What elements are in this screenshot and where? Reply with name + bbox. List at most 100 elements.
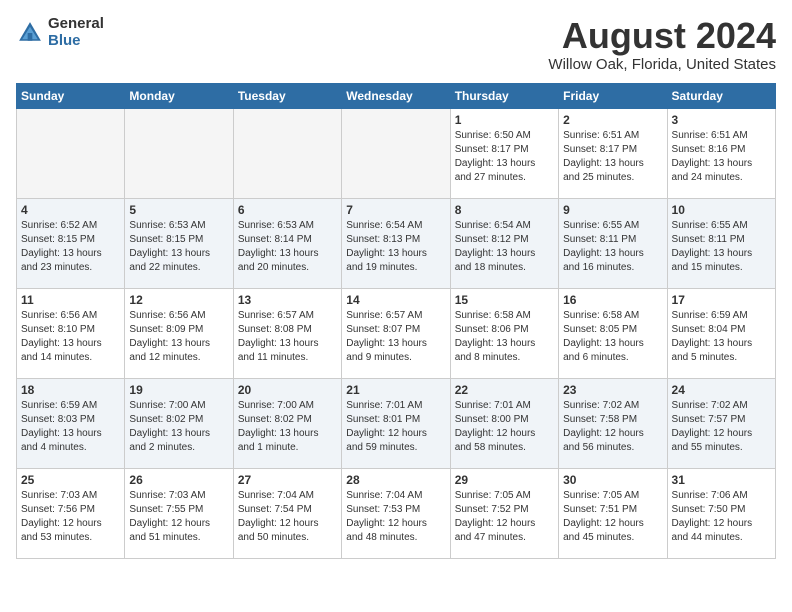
day-info: Sunrise: 6:52 AM Sunset: 8:15 PM Dayligh… — [21, 219, 120, 275]
day-info: Sunrise: 7:06 AM Sunset: 7:50 PM Dayligh… — [672, 489, 771, 545]
calendar-empty-cell — [125, 108, 233, 198]
day-number: 1 — [455, 113, 554, 127]
calendar-day-cell: 8Sunrise: 6:54 AM Sunset: 8:12 PM Daylig… — [450, 198, 558, 288]
calendar-day-cell: 18 Sunrise: 6:59 AM Sunset: 8:03 PM Dayli… — [17, 378, 125, 468]
day-info: Sunrise: 7:02 AM Sunset: 7:58 PM Dayligh… — [563, 399, 662, 455]
day-info: Sunrise: 6:57 AM Sunset: 8:08 PM Dayligh… — [238, 309, 337, 365]
day-info: Sunrise: 7:02 AM Sunset: 7:57 PM Dayligh… — [672, 399, 771, 455]
day-number: 29 — [455, 473, 554, 487]
calendar-day-cell: 10 Sunrise: 6:55 AM Sunset: 8:11 PM Dayli… — [667, 198, 775, 288]
calendar-day-cell: 17 Sunrise: 6:59 AM Sunset: 8:04 PM Dayli… — [667, 288, 775, 378]
calendar-table: SundayMondayTuesdayWednesdayThursdayFrid… — [16, 83, 776, 559]
logo: General Blue — [16, 16, 104, 49]
calendar-empty-cell — [342, 108, 450, 198]
calendar-day-cell: 2Sunrise: 6:51 AM Sunset: 8:17 PM Daylig… — [559, 108, 667, 198]
day-info: Sunrise: 7:05 AM Sunset: 7:52 PM Dayligh… — [455, 489, 554, 545]
day-number: 4 — [21, 203, 120, 217]
main-title: August 2024 — [548, 16, 776, 56]
calendar-day-cell: 27 Sunrise: 7:04 AM Sunset: 7:54 PM Dayli… — [233, 468, 341, 558]
day-number: 18 — [21, 383, 120, 397]
calendar-day-cell: 21 Sunrise: 7:01 AM Sunset: 8:01 PM Dayli… — [342, 378, 450, 468]
day-number: 13 — [238, 293, 337, 307]
calendar-day-header: Wednesday — [342, 83, 450, 108]
calendar-day-cell: 5 Sunrise: 6:53 AM Sunset: 8:15 PM Daylig… — [125, 198, 233, 288]
calendar-header-row: SundayMondayTuesdayWednesdayThursdayFrid… — [17, 83, 776, 108]
calendar-week-row: 18 Sunrise: 6:59 AM Sunset: 8:03 PM Dayli… — [17, 378, 776, 468]
calendar-empty-cell — [17, 108, 125, 198]
day-number: 7 — [346, 203, 445, 217]
calendar-day-header: Saturday — [667, 83, 775, 108]
day-number: 25 — [21, 473, 120, 487]
calendar-day-cell: 22Sunrise: 7:01 AM Sunset: 8:00 PM Dayli… — [450, 378, 558, 468]
calendar-day-cell: 12 Sunrise: 6:56 AM Sunset: 8:09 PM Dayli… — [125, 288, 233, 378]
day-info: Sunrise: 6:53 AM Sunset: 8:15 PM Dayligh… — [129, 219, 228, 275]
day-info: Sunrise: 6:56 AM Sunset: 8:09 PM Dayligh… — [129, 309, 228, 365]
day-number: 21 — [346, 383, 445, 397]
logo-general-text: General — [48, 16, 104, 33]
day-info: Sunrise: 7:04 AM Sunset: 7:54 PM Dayligh… — [238, 489, 337, 545]
calendar-week-row: 11Sunrise: 6:56 AM Sunset: 8:10 PM Dayli… — [17, 288, 776, 378]
day-number: 31 — [672, 473, 771, 487]
calendar-week-row: 4 Sunrise: 6:52 AM Sunset: 8:15 PM Daylig… — [17, 198, 776, 288]
day-info: Sunrise: 7:01 AM Sunset: 8:00 PM Dayligh… — [455, 399, 554, 455]
calendar-day-cell: 13 Sunrise: 6:57 AM Sunset: 8:08 PM Dayli… — [233, 288, 341, 378]
day-number: 26 — [129, 473, 228, 487]
day-number: 12 — [129, 293, 228, 307]
day-number: 9 — [563, 203, 662, 217]
day-info: Sunrise: 6:59 AM Sunset: 8:04 PM Dayligh… — [672, 309, 771, 365]
calendar-week-row: 1Sunrise: 6:50 AM Sunset: 8:17 PM Daylig… — [17, 108, 776, 198]
calendar-empty-cell — [233, 108, 341, 198]
day-number: 27 — [238, 473, 337, 487]
calendar-day-cell: 23 Sunrise: 7:02 AM Sunset: 7:58 PM Dayli… — [559, 378, 667, 468]
calendar-day-cell: 29 Sunrise: 7:05 AM Sunset: 7:52 PM Dayli… — [450, 468, 558, 558]
calendar-day-cell: 19Sunrise: 7:00 AM Sunset: 8:02 PM Dayli… — [125, 378, 233, 468]
calendar-day-header: Friday — [559, 83, 667, 108]
day-number: 6 — [238, 203, 337, 217]
calendar-day-cell: 14Sunrise: 6:57 AM Sunset: 8:07 PM Dayli… — [342, 288, 450, 378]
calendar-body: 1Sunrise: 6:50 AM Sunset: 8:17 PM Daylig… — [17, 108, 776, 558]
day-info: Sunrise: 7:03 AM Sunset: 7:56 PM Dayligh… — [21, 489, 120, 545]
calendar-day-cell: 30 Sunrise: 7:05 AM Sunset: 7:51 PM Dayli… — [559, 468, 667, 558]
day-info: Sunrise: 6:57 AM Sunset: 8:07 PM Dayligh… — [346, 309, 445, 365]
calendar-day-cell: 6Sunrise: 6:53 AM Sunset: 8:14 PM Daylig… — [233, 198, 341, 288]
day-info: Sunrise: 7:03 AM Sunset: 7:55 PM Dayligh… — [129, 489, 228, 545]
day-number: 11 — [21, 293, 120, 307]
day-info: Sunrise: 6:58 AM Sunset: 8:06 PM Dayligh… — [455, 309, 554, 365]
calendar-day-cell: 4 Sunrise: 6:52 AM Sunset: 8:15 PM Daylig… — [17, 198, 125, 288]
calendar-day-cell: 1Sunrise: 6:50 AM Sunset: 8:17 PM Daylig… — [450, 108, 558, 198]
day-number: 23 — [563, 383, 662, 397]
calendar-day-header: Sunday — [17, 83, 125, 108]
day-number: 17 — [672, 293, 771, 307]
calendar-day-cell: 25 Sunrise: 7:03 AM Sunset: 7:56 PM Dayli… — [17, 468, 125, 558]
logo-text: General Blue — [48, 16, 104, 49]
day-info: Sunrise: 7:05 AM Sunset: 7:51 PM Dayligh… — [563, 489, 662, 545]
day-info: Sunrise: 7:04 AM Sunset: 7:53 PM Dayligh… — [346, 489, 445, 545]
calendar-day-cell: 26 Sunrise: 7:03 AM Sunset: 7:55 PM Dayli… — [125, 468, 233, 558]
day-info: Sunrise: 6:59 AM Sunset: 8:03 PM Dayligh… — [21, 399, 120, 455]
calendar-day-header: Thursday — [450, 83, 558, 108]
day-number: 5 — [129, 203, 228, 217]
calendar-week-row: 25 Sunrise: 7:03 AM Sunset: 7:56 PM Dayli… — [17, 468, 776, 558]
calendar-day-cell: 28Sunrise: 7:04 AM Sunset: 7:53 PM Dayli… — [342, 468, 450, 558]
calendar-day-cell: 3Sunrise: 6:51 AM Sunset: 8:16 PM Daylig… — [667, 108, 775, 198]
day-info: Sunrise: 6:51 AM Sunset: 8:17 PM Dayligh… — [563, 129, 662, 185]
day-number: 10 — [672, 203, 771, 217]
day-number: 19 — [129, 383, 228, 397]
day-number: 24 — [672, 383, 771, 397]
day-info: Sunrise: 6:51 AM Sunset: 8:16 PM Dayligh… — [672, 129, 771, 185]
calendar-day-header: Tuesday — [233, 83, 341, 108]
calendar-day-cell: 11Sunrise: 6:56 AM Sunset: 8:10 PM Dayli… — [17, 288, 125, 378]
day-number: 16 — [563, 293, 662, 307]
calendar-day-cell: 31 Sunrise: 7:06 AM Sunset: 7:50 PM Dayli… — [667, 468, 775, 558]
day-number: 20 — [238, 383, 337, 397]
logo-blue-text: Blue — [48, 33, 104, 50]
calendar-day-cell: 24 Sunrise: 7:02 AM Sunset: 7:57 PM Dayli… — [667, 378, 775, 468]
calendar-day-cell: 7Sunrise: 6:54 AM Sunset: 8:13 PM Daylig… — [342, 198, 450, 288]
day-info: Sunrise: 6:54 AM Sunset: 8:12 PM Dayligh… — [455, 219, 554, 275]
day-info: Sunrise: 7:00 AM Sunset: 8:02 PM Dayligh… — [238, 399, 337, 455]
day-number: 30 — [563, 473, 662, 487]
day-info: Sunrise: 7:01 AM Sunset: 8:01 PM Dayligh… — [346, 399, 445, 455]
day-info: Sunrise: 6:55 AM Sunset: 8:11 PM Dayligh… — [672, 219, 771, 275]
calendar-day-header: Monday — [125, 83, 233, 108]
day-number: 15 — [455, 293, 554, 307]
